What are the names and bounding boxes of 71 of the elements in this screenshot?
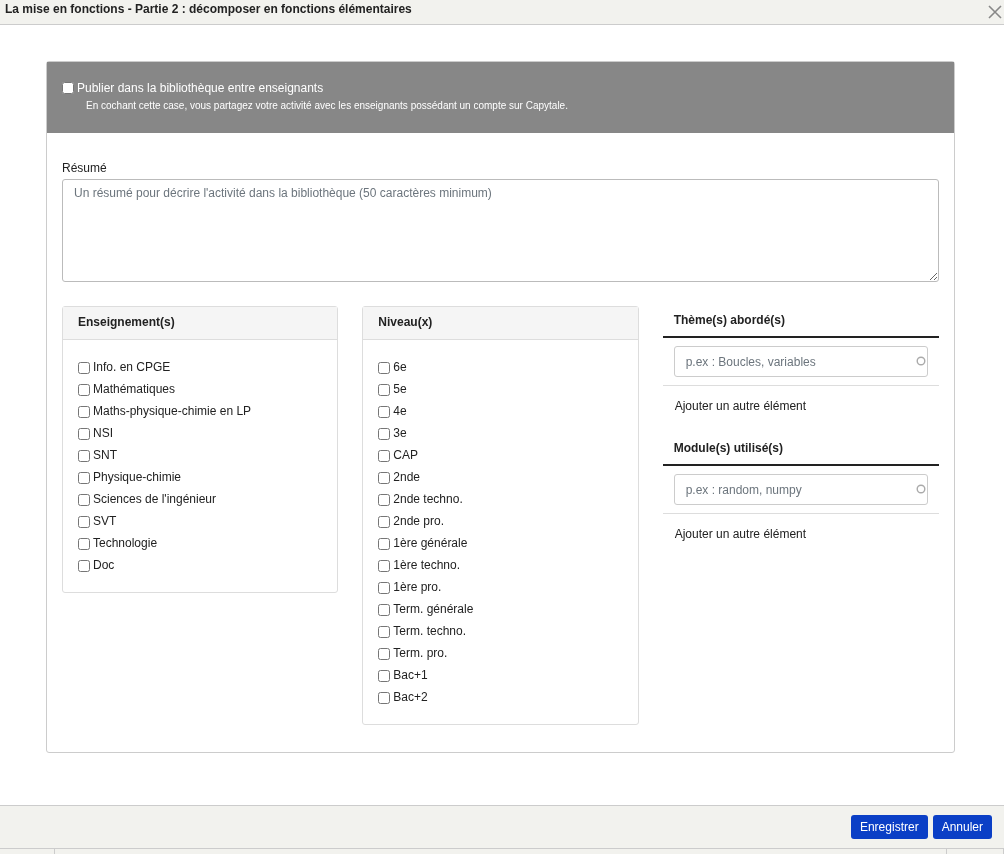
summary-field[interactable]: Un résumé pour décrire l'activité dans la bibliothèque (50 caractères minimum)	[62, 179, 939, 282]
circle-icon	[916, 484, 926, 494]
checkbox[interactable]	[378, 626, 391, 638]
checkbox[interactable]	[378, 472, 391, 484]
tag-input-field[interactable]: p.ex : Boucles, variables	[673, 346, 928, 377]
checkbox-label: CAP	[393, 448, 418, 462]
checkbox-label: Term. générale	[393, 602, 474, 616]
tag-input-field[interactable]: p.ex : random, numpy	[673, 474, 928, 505]
panel-header: Enseignement(s)	[63, 307, 338, 340]
circle-icon	[916, 356, 926, 366]
checkbox-label: Info. en CPGE	[93, 360, 171, 374]
checkbox-label: Technologie	[93, 536, 158, 550]
checkbox-label: 1ère pro.	[393, 580, 442, 594]
checkbox[interactable]	[378, 670, 391, 682]
cancel-button[interactable]: Annuler	[932, 815, 992, 839]
checkbox[interactable]	[378, 648, 391, 660]
summary-label: Résumé	[62, 161, 107, 175]
checkbox[interactable]	[378, 604, 391, 616]
checkbox[interactable]	[78, 494, 90, 506]
checkbox-label: SNT	[93, 448, 117, 462]
checkbox-label: Term. techno.	[393, 624, 467, 638]
checkbox[interactable]	[378, 692, 391, 704]
checkbox[interactable]	[378, 560, 391, 572]
checkbox-label: Bac+1	[393, 668, 428, 682]
checkbox[interactable]	[378, 362, 391, 374]
checkbox-label: Physique-chimie	[93, 470, 182, 484]
checkbox-label: Mathématiques	[93, 382, 176, 396]
section-header: Module(s) utilisé(s)	[662, 434, 939, 466]
checkbox-label: 1ère techno.	[393, 558, 461, 572]
checkbox-label: Term. pro.	[393, 646, 448, 660]
checkbox[interactable]	[78, 472, 90, 484]
close-icon[interactable]	[988, 5, 1002, 19]
add-item-link[interactable]: Ajouter un autre élément	[674, 399, 807, 413]
checkbox-label: 5e	[393, 382, 407, 396]
publish-label: Publier dans la bibliothèque entre enseignants	[77, 81, 324, 95]
checkbox-label: Maths-physique-chimie en LP	[93, 404, 252, 418]
checkbox-label: 2nde pro.	[393, 514, 445, 528]
checkbox[interactable]	[378, 428, 391, 440]
help-text: En cochant cette case, vous partagez votre activité avec les enseignants possédant un compte sur Capytale.	[86, 100, 568, 111]
checkbox-label: Doc	[93, 558, 115, 572]
checkbox-label: Sciences de l'ingénieur	[93, 492, 217, 506]
checkbox-label: 2nde techno.	[393, 492, 463, 506]
checkbox-label: 3e	[393, 426, 407, 440]
checkbox-label: 6e	[393, 360, 407, 374]
checkbox-label: Bac+2	[393, 690, 428, 704]
checkbox[interactable]	[78, 560, 90, 572]
checkbox[interactable]	[378, 516, 391, 528]
checkbox[interactable]	[78, 362, 90, 374]
panel-header: Niveau(x)	[363, 307, 638, 340]
checkbox[interactable]	[378, 582, 391, 594]
checkbox[interactable]	[378, 384, 391, 396]
checkbox[interactable]	[378, 406, 391, 418]
checkbox[interactable]	[78, 406, 90, 418]
checkbox[interactable]	[78, 450, 90, 462]
section-header: Thème(s) abordé(s)	[662, 306, 939, 338]
checkbox[interactable]	[78, 538, 90, 550]
checkbox-label: NSI	[93, 426, 113, 440]
checkbox-label: 1ère générale	[393, 536, 468, 550]
checkbox[interactable]	[78, 428, 90, 440]
checkbox-label: SVT	[93, 514, 117, 528]
add-item-link[interactable]: Ajouter un autre élément	[674, 527, 807, 541]
save-button[interactable]: Enregistrer	[850, 815, 928, 839]
checkbox[interactable]	[78, 516, 90, 528]
checkbox-label: 4e	[393, 404, 407, 418]
checkbox[interactable]	[378, 494, 391, 506]
window-title: La mise en fonctions - Partie 2 : décomposer en fonctions élémentaires	[5, 1, 412, 16]
checkbox[interactable]	[378, 538, 391, 550]
checkbox[interactable]	[78, 384, 90, 396]
checkbox[interactable]	[62, 82, 74, 94]
checkbox[interactable]	[378, 450, 391, 462]
checkbox-label: 2nde	[393, 470, 421, 484]
